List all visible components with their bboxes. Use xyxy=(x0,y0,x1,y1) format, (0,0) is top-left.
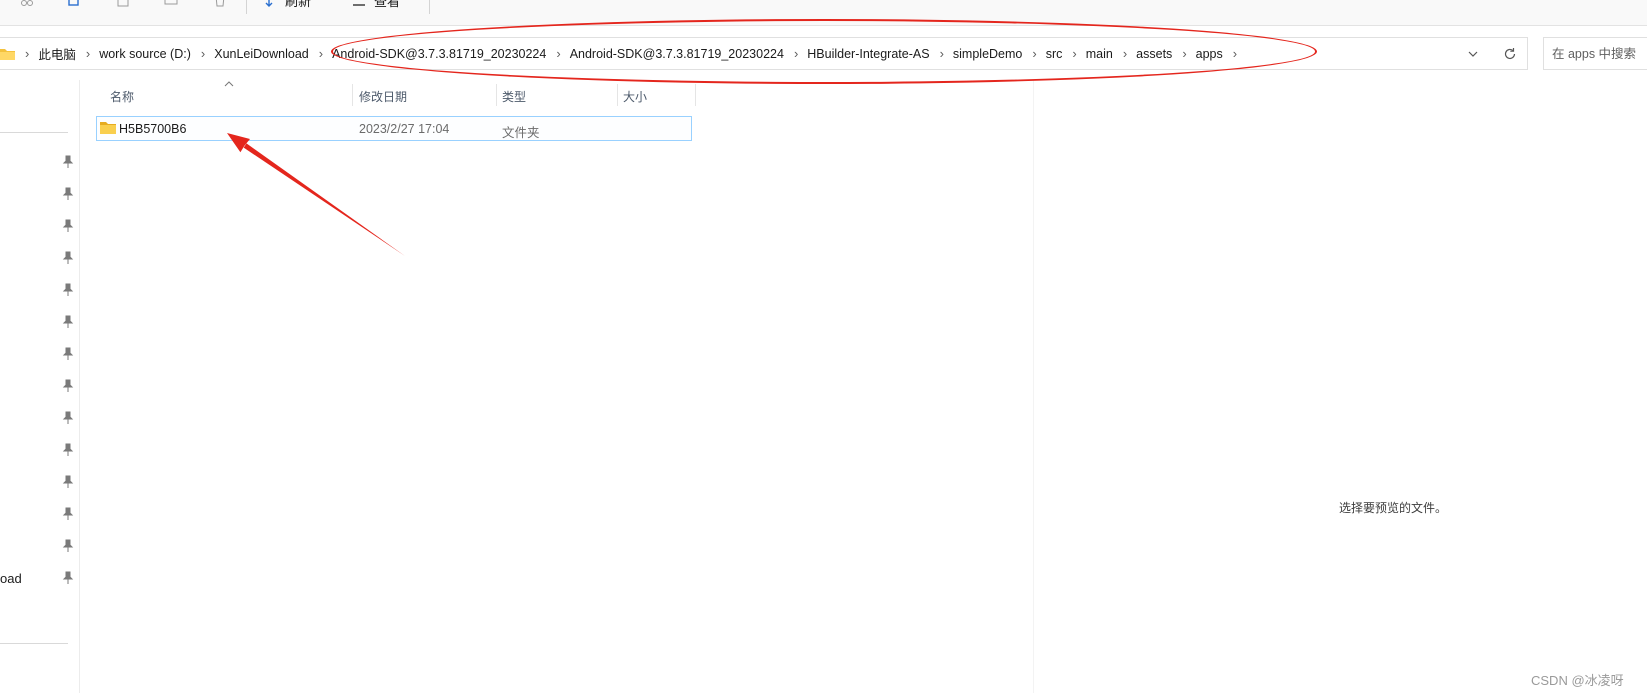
breadcrumb: › 此电脑 › work source (D:) › XunLeiDownloa… xyxy=(0,38,1527,69)
file-type: 文件夹 xyxy=(502,126,540,140)
pin-icon[interactable] xyxy=(62,379,74,393)
breadcrumb-item[interactable]: 此电脑 xyxy=(38,44,76,63)
breadcrumb-separator[interactable]: › xyxy=(1032,46,1036,61)
reload-icon[interactable] xyxy=(1502,46,1518,62)
breadcrumb-item[interactable]: work source (D:) xyxy=(99,47,191,61)
pin-icon[interactable] xyxy=(62,411,74,425)
breadcrumb-separator[interactable]: › xyxy=(319,46,323,61)
breadcrumb-separator[interactable]: › xyxy=(940,46,944,61)
breadcrumb-item[interactable]: Android-SDK@3.7.3.81719_20230224 xyxy=(570,47,784,61)
breadcrumb-separator[interactable]: › xyxy=(1182,46,1186,61)
breadcrumb-item[interactable]: Android-SDK@3.7.3.81719_20230224 xyxy=(332,47,546,61)
delete-icon[interactable] xyxy=(213,0,227,7)
file-name: H5B5700B6 xyxy=(119,122,187,136)
pin-icon[interactable] xyxy=(62,155,74,169)
view-icon[interactable] xyxy=(352,0,366,8)
column-header-modified[interactable]: 修改日期 xyxy=(359,88,407,105)
breadcrumb-item[interactable]: simpleDemo xyxy=(953,47,1022,61)
this-pc-folder-icon[interactable] xyxy=(0,47,15,61)
cut-icon[interactable] xyxy=(20,0,34,7)
paste-icon[interactable] xyxy=(116,0,130,7)
column-header-type[interactable]: 类型 xyxy=(502,88,526,105)
address-bar[interactable]: › 此电脑 › work source (D:) › XunLeiDownloa… xyxy=(0,37,1528,70)
view-button[interactable]: 查看 xyxy=(374,0,400,10)
breadcrumb-item[interactable]: src xyxy=(1046,47,1063,61)
search-box[interactable] xyxy=(1543,37,1647,70)
column-divider[interactable] xyxy=(617,84,618,106)
refresh-icon[interactable] xyxy=(265,0,279,8)
nav-pinned-list xyxy=(62,155,74,585)
pin-icon[interactable] xyxy=(62,219,74,233)
column-divider[interactable] xyxy=(496,84,497,106)
column-header-size[interactable]: 大小 xyxy=(623,88,647,105)
breadcrumb-item[interactable]: main xyxy=(1086,47,1113,61)
breadcrumb-separator[interactable]: › xyxy=(1072,46,1076,61)
breadcrumb-item[interactable]: assets xyxy=(1136,47,1172,61)
annotation-arrow-shaft xyxy=(243,143,405,256)
refresh-button[interactable]: 刷新 xyxy=(285,0,311,10)
pin-icon[interactable] xyxy=(62,283,74,297)
breadcrumb-item[interactable]: HBuilder-Integrate-AS xyxy=(807,47,929,61)
breadcrumb-item-current[interactable]: apps xyxy=(1196,47,1223,61)
column-divider[interactable] xyxy=(695,84,696,106)
nav-pane-splitter[interactable] xyxy=(79,80,80,693)
nav-divider xyxy=(0,643,68,644)
pin-icon[interactable] xyxy=(62,443,74,457)
breadcrumb-separator[interactable]: › xyxy=(86,46,90,61)
pin-icon[interactable] xyxy=(62,475,74,489)
folder-icon xyxy=(100,122,116,134)
nav-item-downloads-label[interactable]: oad xyxy=(0,571,22,586)
pin-icon[interactable] xyxy=(62,347,74,361)
sort-ascending-icon xyxy=(224,81,234,87)
rename-icon[interactable] xyxy=(164,0,178,7)
breadcrumb-separator[interactable]: › xyxy=(1233,46,1237,61)
pin-icon[interactable] xyxy=(62,571,74,585)
copy-icon[interactable] xyxy=(67,0,81,7)
watermark: CSDN @冰凌呀 xyxy=(1531,673,1624,688)
breadcrumb-separator[interactable]: › xyxy=(1123,46,1127,61)
column-divider[interactable] xyxy=(352,84,353,106)
breadcrumb-separator[interactable]: › xyxy=(556,46,560,61)
pin-icon[interactable] xyxy=(62,187,74,201)
toolbar-divider xyxy=(429,0,430,14)
pin-icon[interactable] xyxy=(62,315,74,329)
breadcrumb-separator[interactable]: › xyxy=(794,46,798,61)
annotation-layer xyxy=(227,133,405,256)
toolbar-divider xyxy=(246,0,247,14)
breadcrumb-separator[interactable]: › xyxy=(25,46,29,61)
preview-empty-message: 选择要预览的文件。 xyxy=(1339,501,1448,515)
nav-divider xyxy=(0,132,68,133)
search-input[interactable] xyxy=(1544,38,1647,69)
breadcrumb-item[interactable]: XunLeiDownload xyxy=(214,47,309,61)
chevron-down-icon[interactable] xyxy=(1465,46,1481,62)
pin-icon[interactable] xyxy=(62,251,74,265)
breadcrumb-separator[interactable]: › xyxy=(201,46,205,61)
file-row[interactable]: H5B5700B6 2023/2/27 17:04 文件夹 xyxy=(96,116,692,141)
preview-pane-splitter[interactable] xyxy=(1033,80,1034,693)
file-modified: 2023/2/27 17:04 xyxy=(359,122,450,136)
command-bar: 刷新 查看 xyxy=(0,0,1647,26)
pin-icon[interactable] xyxy=(62,539,74,553)
column-header-name[interactable]: 名称 xyxy=(110,88,134,105)
pin-icon[interactable] xyxy=(62,507,74,521)
